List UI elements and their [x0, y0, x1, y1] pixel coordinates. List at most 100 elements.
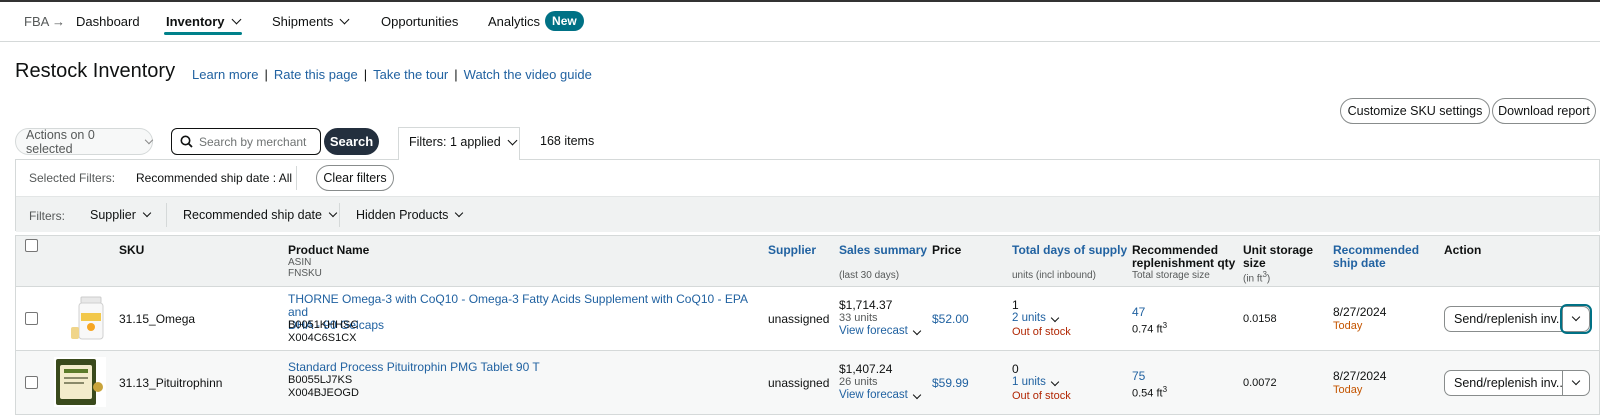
header-price[interactable]: Price — [932, 244, 961, 257]
customize-sku-settings-button[interactable]: Customize SKU settings — [1340, 98, 1490, 124]
asin-value: B0051KHHSC — [288, 319, 359, 331]
fnsku-value: X004BJEOGD — [288, 387, 359, 399]
stock-status: Out of stock — [1012, 390, 1071, 402]
learn-more-link[interactable]: Learn more — [192, 67, 258, 82]
page-title: Restock Inventory — [15, 60, 176, 82]
header-unit-storage[interactable]: Unit storage size — [1243, 244, 1313, 270]
ship-date-value: 8/27/2024 — [1333, 369, 1387, 383]
units-dropdown[interactable]: 2 units — [1012, 312, 1060, 325]
nav-shipments[interactable]: Shipments — [272, 14, 350, 29]
nav-analytics[interactable]: Analytics New — [488, 11, 584, 31]
clear-filters-button[interactable]: Clear filters — [316, 165, 394, 191]
send-replenish-button[interactable]: Send/replenish inv... — [1445, 371, 1563, 395]
send-replenish-button[interactable]: Send/replenish inv... — [1445, 307, 1563, 331]
select-all-checkbox[interactable] — [25, 239, 38, 252]
header-recommended-qty[interactable]: Recommended replenishment qty — [1132, 244, 1235, 270]
view-forecast-link[interactable]: View forecast — [839, 389, 922, 402]
link-separator: | — [264, 67, 268, 82]
filters-applied-label: Filters: 1 applied — [409, 135, 501, 149]
ship-date-filter-dropdown[interactable]: Recommended ship date — [183, 208, 338, 222]
nav-dashboard[interactable]: Dashboard — [76, 14, 140, 29]
filters-label: Filters: — [29, 209, 65, 223]
chevron-down-icon — [912, 390, 922, 400]
asin-value: B0055LJ7KS — [288, 374, 353, 386]
search-button[interactable]: Search — [324, 128, 379, 155]
hidden-products-filter-dropdown[interactable]: Hidden Products — [356, 208, 464, 222]
header-recommended-sub: Total storage size — [1132, 270, 1210, 281]
header-days-sub: units (incl inbound) — [1012, 270, 1096, 281]
nav-opportunities[interactable]: Opportunities — [381, 14, 458, 29]
chevron-down-icon — [507, 135, 518, 146]
ship-date-value: 8/27/2024 — [1333, 305, 1387, 319]
row-checkbox[interactable] — [25, 376, 38, 389]
header-action: Action — [1444, 243, 1482, 257]
header-recommended-line1: Recommended — [1132, 243, 1219, 257]
rate-page-link[interactable]: Rate this page — [274, 67, 358, 82]
selected-filter-chip: Recommended ship date : All — [136, 171, 293, 185]
storage-value: 0.74 ft — [1132, 323, 1163, 336]
product-image[interactable] — [67, 293, 115, 343]
table-row: 31.15_Omega THORNE Omega-3 with CoQ10 - … — [16, 287, 1599, 351]
header-product-name[interactable]: Product Name — [288, 244, 369, 257]
price-value[interactable]: $52.00 — [932, 313, 969, 326]
supplier-filter-label: Supplier — [90, 208, 136, 222]
recommended-qty-link[interactable]: 75 — [1132, 370, 1145, 383]
table-header: SKU Product Name ASIN FNSKU Supplier Sal… — [16, 236, 1599, 287]
video-guide-link[interactable]: Watch the video guide — [464, 67, 592, 82]
nav-inventory[interactable]: Inventory — [166, 14, 241, 29]
take-tour-link[interactable]: Take the tour — [373, 67, 448, 82]
header-sales-summary[interactable]: Sales summary — [839, 244, 927, 257]
search-input[interactable] — [199, 134, 309, 149]
filters-toggle[interactable]: Filters: 1 applied — [398, 127, 520, 160]
action-dropdown-button[interactable] — [1563, 371, 1589, 395]
header-unit-storage-line1: Unit storage — [1243, 243, 1314, 257]
items-count: 168 items — [540, 134, 595, 148]
link-separator: | — [363, 67, 368, 82]
action-dropdown-button[interactable] — [1560, 304, 1592, 334]
hidden-products-filter-label: Hidden Products — [356, 208, 449, 222]
chevron-down-icon — [1571, 376, 1581, 386]
view-forecast-label: View forecast — [839, 325, 908, 337]
chevron-down-icon — [1050, 377, 1060, 387]
divider — [166, 203, 167, 227]
stock-status: Out of stock — [1012, 326, 1071, 338]
recommended-qty-link[interactable]: 47 — [1132, 306, 1145, 319]
header-days-supply[interactable]: Total days of supply — [1012, 244, 1127, 257]
row-checkbox[interactable] — [25, 312, 38, 325]
units-dropdown[interactable]: 1 units — [1012, 376, 1060, 389]
search-box[interactable] — [171, 128, 321, 155]
chevron-down-icon — [1050, 313, 1060, 323]
table-row: 31.13_Pituitrophinn Standard Process Pit… — [16, 351, 1599, 415]
header-ship-date-line1: Recommended — [1333, 243, 1420, 257]
divider — [339, 203, 340, 227]
link-separator: | — [454, 67, 458, 82]
ship-date-when: Today — [1333, 320, 1363, 332]
view-forecast-label: View forecast — [839, 389, 908, 401]
selected-filters-row: Selected Filters: Recommended ship date … — [16, 160, 1599, 196]
sales-value: $1,407.24 — [839, 362, 893, 376]
unit-storage-sub-text: (in ft — [1243, 273, 1263, 285]
view-forecast-link[interactable]: View forecast — [839, 325, 922, 338]
header-sku[interactable]: SKU — [119, 244, 144, 257]
action-split-button: Send/replenish inv... — [1444, 304, 1592, 334]
fnsku-value: X004C6S1CX — [288, 332, 357, 344]
product-image[interactable] — [54, 357, 106, 407]
breadcrumb-fba[interactable]: FBA — [24, 14, 49, 29]
bulk-actions-select[interactable]: Actions on 0 selected — [15, 128, 154, 156]
header-asin: ASIN — [288, 257, 312, 268]
units-dropdown-label: 2 units — [1012, 312, 1046, 324]
breadcrumb-arrow-icon: → — [52, 14, 65, 29]
header-ship-date[interactable]: Recommended ship date — [1333, 244, 1419, 270]
download-report-button[interactable]: Download report — [1492, 98, 1596, 124]
header-sales-sub: (last 30 days) — [839, 270, 900, 281]
header-supplier[interactable]: Supplier — [768, 244, 816, 257]
chevron-down-icon — [145, 135, 154, 144]
new-badge: New — [545, 11, 584, 31]
product-name-link[interactable]: Standard Process Pituitrophin PMG Tablet… — [288, 361, 748, 374]
supplier-value: unassigned — [768, 312, 830, 326]
supplier-filter-dropdown[interactable]: Supplier — [90, 208, 152, 222]
chevron-down-icon — [328, 208, 338, 218]
sku-value: 31.15_Omega — [119, 312, 196, 326]
header-fnsku: FNSKU — [288, 268, 322, 279]
price-value[interactable]: $59.99 — [932, 377, 969, 390]
